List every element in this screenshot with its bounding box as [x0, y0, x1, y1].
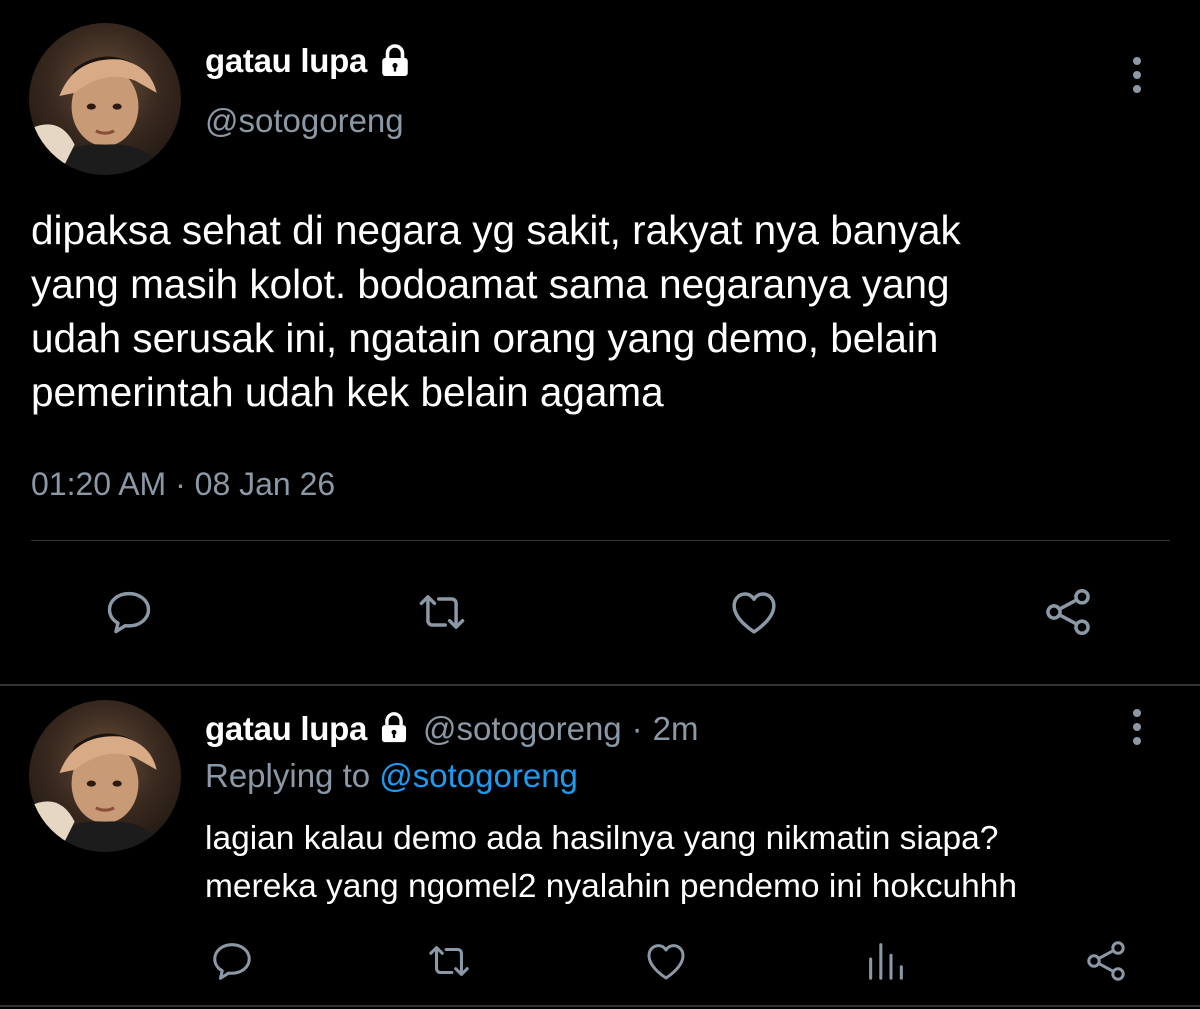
like-button[interactable] [726, 584, 782, 640]
retweet-icon [429, 946, 469, 976]
avatar[interactable] [29, 700, 181, 852]
user-handle[interactable]: @sotogoreng [423, 710, 622, 748]
display-name[interactable]: gatau lupa [205, 42, 413, 80]
share-icon [1087, 941, 1125, 981]
heart-icon [647, 944, 685, 980]
bottom-divider [0, 1005, 1200, 1007]
user-handle[interactable]: @sotogoreng [205, 102, 404, 140]
more-vertical-icon[interactable] [1131, 55, 1143, 95]
lock-icon [377, 43, 413, 79]
retweet-button[interactable] [414, 584, 470, 640]
bar-chart-icon [869, 943, 903, 980]
more-vertical-icon[interactable] [1131, 707, 1143, 747]
main-tweet: gatau lupa @sotogoreng dipaksa sehat di … [0, 0, 1200, 684]
tweet-text: lagian kalau demo ada hasilnya yang nikm… [205, 820, 1017, 905]
retweet-icon [419, 595, 465, 629]
avatar[interactable] [29, 23, 181, 175]
like-button[interactable] [640, 935, 692, 987]
separator-dot: · [631, 710, 643, 747]
share-button[interactable] [1080, 935, 1132, 987]
reply-header: gatau lupa @sotogoreng · 2m [205, 710, 699, 748]
display-name[interactable]: gatau lupa [205, 710, 367, 748]
reply-button[interactable] [101, 584, 157, 640]
tweet-timestamp[interactable]: 01:20 AM · 08 Jan 26 [31, 466, 335, 503]
share-button[interactable] [1040, 584, 1096, 640]
divider [31, 540, 1170, 541]
replying-prefix: Replying to [205, 757, 371, 794]
reply-icon [213, 943, 251, 980]
lock-icon [377, 711, 413, 747]
heart-icon [732, 592, 776, 634]
tweet-thread-page: gatau lupa @sotogoreng dipaksa sehat di … [0, 0, 1200, 1009]
tweet-text: dipaksa sehat di negara yg sakit, rakyat… [31, 207, 961, 415]
share-icon [1046, 589, 1090, 635]
replying-to: Replying to @sotogoreng [205, 757, 578, 795]
display-name-text: gatau lupa [205, 42, 368, 79]
relative-time[interactable]: 2m [653, 710, 699, 748]
avatar-photo [29, 733, 166, 852]
stats-button[interactable] [860, 935, 912, 987]
replying-mention-link[interactable]: @sotogoreng [379, 757, 578, 794]
reply-button[interactable] [206, 935, 258, 987]
reply-icon [107, 591, 151, 634]
retweet-button[interactable] [423, 935, 475, 987]
avatar-photo [29, 56, 166, 175]
section-divider [0, 684, 1200, 686]
